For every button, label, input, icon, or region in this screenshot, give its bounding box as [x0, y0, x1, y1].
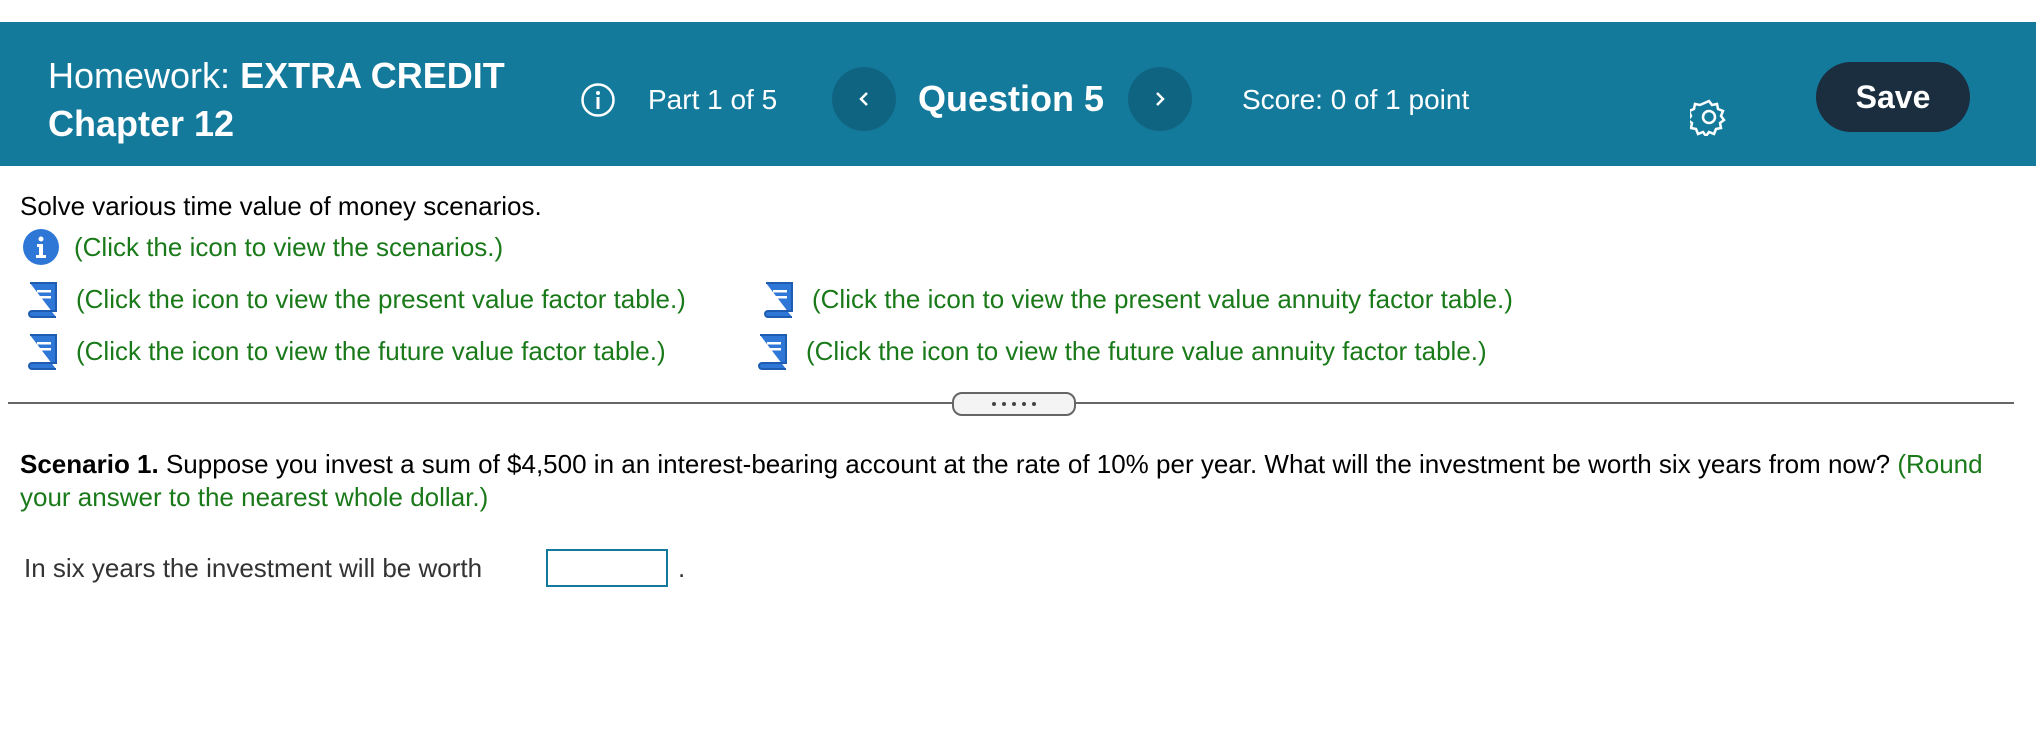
chevron-left-icon	[859, 92, 868, 106]
answer-period: .	[678, 553, 686, 583]
save-button[interactable]: Save	[1816, 62, 1970, 132]
question-title: Question 5	[918, 78, 1105, 119]
answer-label: In six years the investment will be wort…	[24, 553, 483, 583]
info-icon	[23, 229, 59, 265]
scenarios-link-text[interactable]: (Click the icon to view the scenarios.)	[74, 231, 503, 263]
scenario-label: Scenario 1.	[20, 449, 159, 479]
chevron-right-icon	[1156, 92, 1165, 106]
scenario-text: Scenario 1. Suppose you invest a sum of …	[20, 448, 2010, 514]
pv-factor-table-link-text[interactable]: (Click the icon to view the present valu…	[76, 283, 686, 315]
pane-resize-handle[interactable]	[952, 392, 1076, 416]
fv-factor-table-link[interactable]: (Click the icon to view the future value…	[22, 331, 666, 371]
top-header: Homework: EXTRA CREDIT Chapter 12 Part 1…	[0, 22, 2036, 166]
pv-factor-table-link[interactable]: (Click the icon to view the present valu…	[22, 279, 686, 319]
problem-intro: Solve various time value of money scenar…	[20, 191, 542, 221]
book-icon	[28, 282, 57, 318]
book-icon	[764, 282, 793, 318]
gear-icon[interactable]	[1686, 98, 1728, 139]
book-icon	[758, 334, 787, 370]
fv-factor-table-link-text[interactable]: (Click the icon to view the future value…	[76, 335, 666, 367]
homework-title: Homework: EXTRA CREDIT Chapter 12	[48, 52, 505, 148]
fva-factor-table-link[interactable]: (Click the icon to view the future value…	[752, 331, 1487, 371]
part-indicator: Part 1 of 5	[648, 84, 778, 115]
previous-question-button[interactable]	[832, 67, 896, 131]
scenario-body: Suppose you invest a sum of $4,500 in an…	[158, 449, 1898, 479]
fva-factor-table-link-text[interactable]: (Click the icon to view the future value…	[806, 335, 1487, 367]
score-label: Score: 0 of 1 point	[1242, 84, 1470, 115]
book-icon	[28, 334, 57, 370]
scenarios-link[interactable]: (Click the icon to view the scenarios.)	[22, 228, 503, 266]
info-circle-icon[interactable]	[580, 82, 616, 118]
homework-name: EXTRA CREDIT	[240, 55, 505, 96]
pva-factor-table-link[interactable]: (Click the icon to view the present valu…	[758, 279, 1513, 319]
chapter-label: Chapter 12	[48, 103, 235, 144]
pva-factor-table-link-text[interactable]: (Click the icon to view the present valu…	[812, 283, 1513, 315]
next-question-button[interactable]	[1128, 67, 1192, 131]
answer-input[interactable]	[546, 549, 668, 587]
homework-prefix: Homework:	[48, 55, 231, 96]
